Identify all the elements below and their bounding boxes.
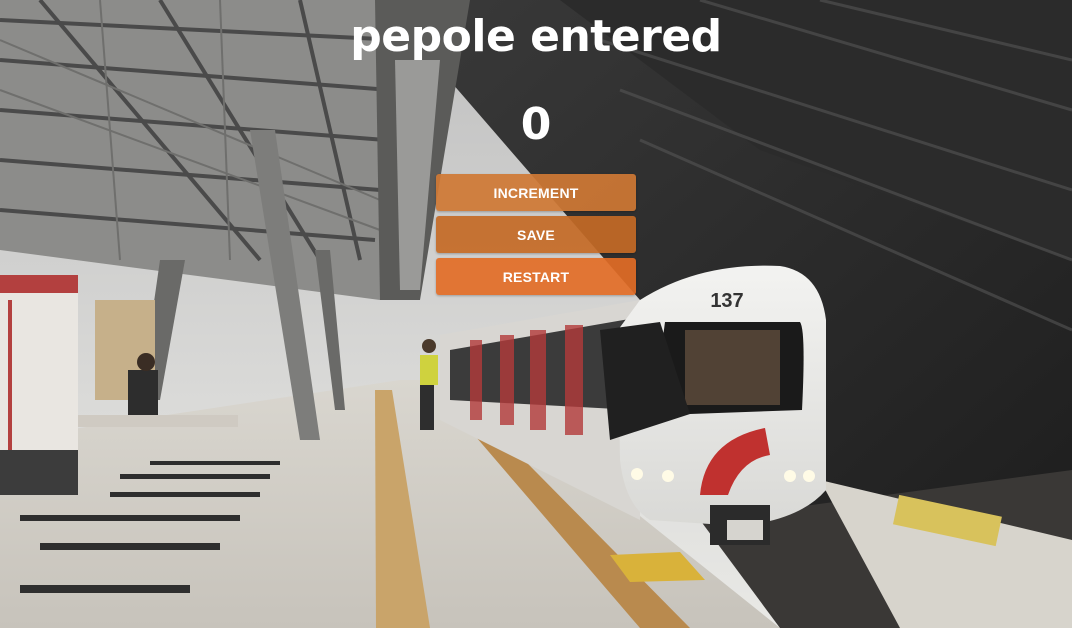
people-count: 0 <box>520 99 552 150</box>
increment-button[interactable]: INCREMENT <box>436 174 636 211</box>
counter-app: pepole entered 0 INCREMENT SAVE RESTART <box>0 0 1072 628</box>
save-button[interactable]: SAVE <box>436 216 636 253</box>
page-title: pepole entered <box>350 11 722 62</box>
restart-button[interactable]: RESTART <box>436 258 636 295</box>
